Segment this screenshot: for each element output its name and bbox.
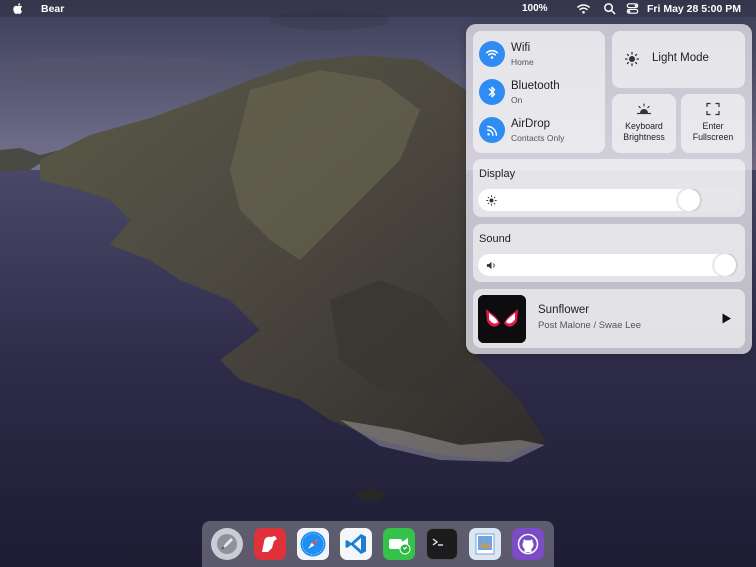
- sound-tile: Sound: [473, 224, 745, 282]
- song-artist: Post Malone / Swae Lee: [538, 320, 641, 331]
- wifi-toggle[interactable]: Wifi Home: [479, 39, 604, 73]
- light-mode-toggle[interactable]: Light Mode: [612, 31, 745, 88]
- menu-bar: Bear 100% Fri May 28 5:00 PM: [0, 0, 756, 17]
- volume-slider-knob[interactable]: [714, 254, 736, 276]
- keyboard-brightness-label: Keyboard Brightness: [612, 121, 676, 143]
- keyboard-brightness-button[interactable]: Keyboard Brightness: [612, 94, 676, 153]
- volume-slider-fill: [478, 254, 736, 276]
- speaker-icon: [486, 261, 495, 270]
- preview-icon[interactable]: [469, 528, 501, 560]
- airdrop-title: AirDrop: [511, 118, 550, 130]
- safari-icon[interactable]: [297, 528, 329, 560]
- control-center-panel: Wifi Home Bluetooth On AirDrop Contacts …: [466, 24, 752, 354]
- wifi-subtitle: Home: [511, 57, 534, 67]
- bluetooth-title: Bluetooth: [511, 80, 560, 92]
- apple-icon[interactable]: [12, 2, 25, 15]
- volume-slider[interactable]: [478, 254, 741, 276]
- bluetooth-toggle[interactable]: Bluetooth On: [479, 77, 604, 111]
- song-title: Sunflower: [538, 304, 590, 316]
- enter-fullscreen-button[interactable]: Enter Fullscreen: [681, 94, 745, 153]
- control-center-icon[interactable]: [625, 1, 640, 16]
- fullscreen-icon: [706, 102, 720, 116]
- keyboard-brightness-icon: [637, 103, 651, 115]
- display-label: Display: [479, 168, 516, 180]
- keyboard-brightness-label-line2: Brightness: [623, 132, 665, 142]
- airdrop-toggle[interactable]: AirDrop Contacts Only: [479, 115, 604, 149]
- menu-bar-clock[interactable]: Fri May 28 5:00 PM: [647, 3, 741, 15]
- brightness-icon: [486, 195, 497, 206]
- fullscreen-label-line2: Fullscreen: [692, 132, 734, 142]
- sound-label: Sound: [479, 233, 511, 245]
- facetime-icon[interactable]: [383, 528, 415, 560]
- airdrop-icon: [479, 117, 505, 143]
- display-tile: Display: [473, 159, 745, 217]
- fullscreen-label: Enter Fullscreen: [681, 121, 745, 143]
- vscode-icon[interactable]: [340, 528, 372, 560]
- fullscreen-label-line1: Enter: [702, 121, 724, 131]
- now-playing-tile: Sunflower Post Malone / Swae Lee: [473, 289, 745, 348]
- wifi-icon: [479, 41, 505, 67]
- bluetooth-icon: [479, 79, 505, 105]
- display-brightness-slider[interactable]: [478, 189, 741, 211]
- album-artwork[interactable]: [478, 295, 526, 343]
- bear-app-icon[interactable]: [254, 528, 286, 560]
- launchpad-icon[interactable]: [211, 528, 243, 560]
- active-app-name[interactable]: Bear: [41, 3, 64, 15]
- play-icon[interactable]: [721, 313, 732, 324]
- display-slider-fill: [478, 189, 700, 211]
- github-icon[interactable]: [512, 528, 544, 560]
- keyboard-brightness-label-line1: Keyboard: [625, 121, 663, 131]
- terminal-icon[interactable]: [426, 528, 458, 560]
- search-icon[interactable]: [602, 1, 617, 16]
- bluetooth-subtitle: On: [511, 95, 523, 105]
- wifi-title: Wifi: [511, 42, 531, 54]
- airdrop-subtitle: Contacts Only: [511, 133, 565, 143]
- network-tile: Wifi Home Bluetooth On AirDrop Contacts …: [473, 31, 605, 153]
- light-mode-label: Light Mode: [652, 52, 709, 64]
- sun-icon: [624, 51, 640, 67]
- display-slider-knob[interactable]: [678, 189, 700, 211]
- battery-percentage[interactable]: 100%: [522, 3, 548, 14]
- dock: [202, 521, 554, 567]
- wifi-icon[interactable]: [576, 1, 591, 16]
